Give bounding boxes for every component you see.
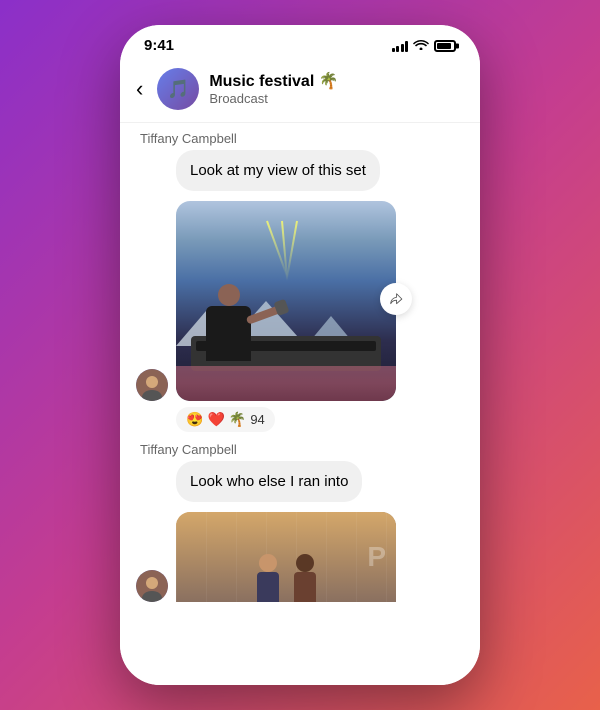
person-1-head (259, 554, 277, 572)
group-info: Music festival 🌴 Broadcast (209, 72, 464, 106)
status-bar: 9:41 (120, 25, 480, 60)
chat-header: ‹ 🎵 Music festival 🌴 Broadcast (120, 60, 480, 123)
message-bubble-1: Look at my view of this set (176, 150, 380, 191)
message-row-photo-2: P (136, 508, 464, 602)
reaction-emoji-3: 🌴 (229, 411, 246, 428)
photo-container-1 (176, 197, 396, 401)
message-row-2: Look who else I ran into (136, 461, 464, 502)
light-beam-3 (286, 221, 298, 280)
person-1 (257, 554, 279, 602)
back-button[interactable]: ‹ (136, 78, 147, 100)
dj-body (206, 306, 251, 361)
sender-avatar-1 (136, 369, 168, 401)
group-type: Broadcast (209, 91, 464, 106)
message-row-1: Look at my view of this set (136, 150, 464, 191)
crowd (176, 366, 396, 401)
sender-name-1: Tiffany Campbell (140, 131, 464, 146)
people-figures (176, 554, 396, 602)
dj-figure (206, 306, 251, 361)
message-block-2: Tiffany Campbell Look who else I ran int… (136, 442, 464, 608)
reaction-emoji-2: ❤️ (207, 411, 224, 428)
second-photo: P (176, 512, 396, 602)
status-icons (392, 38, 457, 53)
reaction-emoji-1: 😍 (186, 411, 203, 428)
reaction-count: 94 (250, 412, 264, 427)
wifi-icon (413, 38, 429, 53)
reactions-bar[interactable]: 😍 ❤️ 🌴 94 (176, 407, 275, 432)
forward-button[interactable] (380, 283, 412, 315)
sender-name-2: Tiffany Campbell (140, 442, 464, 457)
battery-icon (434, 40, 456, 52)
message-block-1: Tiffany Campbell Look at my view of this… (136, 131, 464, 432)
phone-frame: 9:41 ‹ 🎵 Music festival 🌴 Broa (120, 25, 480, 685)
status-time: 9:41 (144, 37, 174, 54)
person-2-head (296, 554, 314, 572)
dj-head (218, 284, 240, 306)
sender-avatar-2 (136, 570, 168, 602)
signal-icon (392, 40, 409, 52)
dj-photo (176, 201, 396, 401)
group-avatar: 🎵 (157, 68, 199, 110)
person-2 (294, 554, 316, 602)
forward-icon (389, 292, 403, 306)
avatar-emoji: 🎵 (167, 79, 189, 100)
person-2-body (294, 572, 316, 602)
person-1-body (257, 572, 279, 602)
group-name: Music festival 🌴 (209, 72, 464, 91)
message-row-photo (136, 197, 464, 401)
chat-body: Tiffany Campbell Look at my view of this… (120, 123, 480, 685)
message-bubble-2: Look who else I ran into (176, 461, 362, 502)
